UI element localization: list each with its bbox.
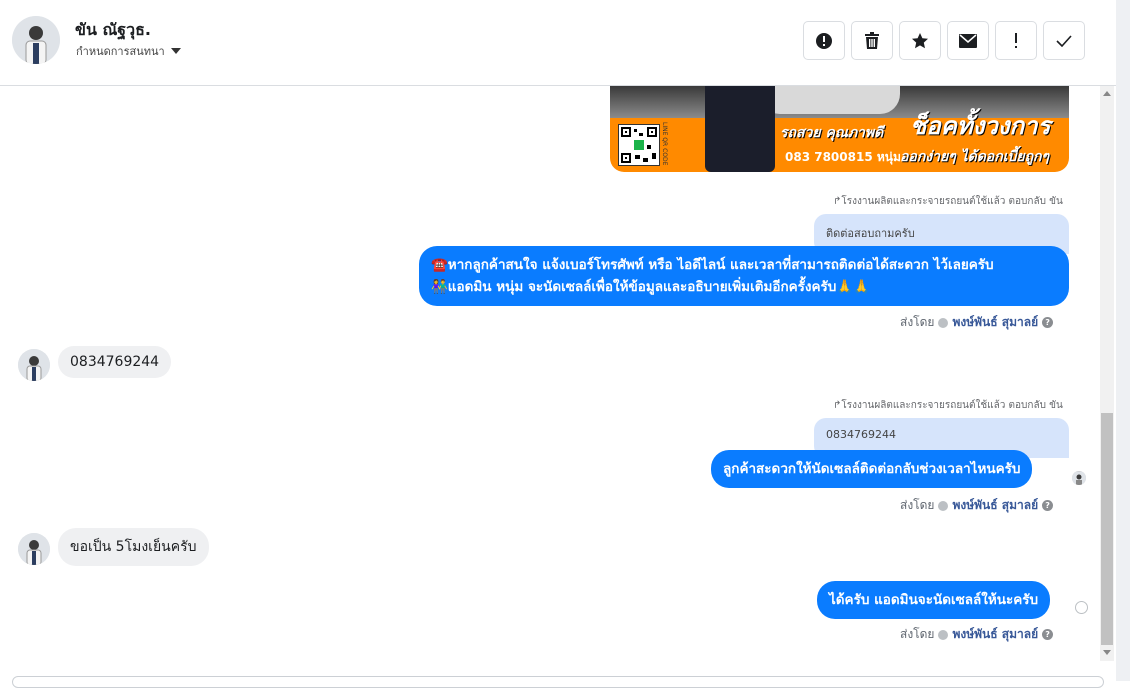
sent-by-label: ส่งโดย (900, 498, 935, 512)
sent-by-info: ส่งโดย พงษ์พันธ์ สุมาลย์ ? (900, 496, 1054, 515)
message-toolbar (803, 21, 1085, 60)
ad-person-photo (705, 86, 775, 172)
ad-slogan: ออกง่ายๆ ได้ดอกเบี้ยถูกๆ (900, 149, 1050, 165)
ad-qr-label: LINE QR CODE (661, 122, 668, 166)
conversation-settings-label: กำหนดการสนทนา (76, 45, 165, 58)
contact-name[interactable]: ขัน ณัฐวุธ. (75, 18, 151, 43)
outgoing-message[interactable]: ☎️หากลูกค้าสนใจ แจ้งเบอร์โทรศัพท์ หรือ ไ… (419, 246, 1069, 306)
help-icon[interactable]: ? (1042, 317, 1054, 328)
star-icon (912, 32, 928, 48)
reply-meta: ↱โรงงานผลิตและกระจายรถยนต์ใช้แล้ว ตอบกลั… (833, 400, 1063, 411)
incoming-message[interactable]: 0834769244 (58, 346, 172, 378)
incoming-message[interactable]: ขอเป็น 5โมงเย็นครับ (58, 528, 209, 566)
contact-avatar[interactable] (12, 16, 60, 64)
sent-by-info: ส่งโดย พงษ์พันธ์ สุมาลย์ ? (900, 625, 1054, 644)
caret-down-icon (170, 48, 181, 54)
mark-unread-button[interactable] (947, 21, 989, 60)
help-icon[interactable]: ? (1042, 629, 1054, 640)
sender-name-link[interactable]: พงษ์พันธ์ สุมาลย์ (952, 625, 1038, 644)
scroll-down-icon[interactable] (1103, 650, 1111, 655)
ad-tagline: รถสวย คุณภาพดี (780, 125, 884, 141)
sent-by-label: ส่งโดย (900, 315, 935, 329)
qr-code-icon (618, 124, 660, 166)
message-line: 👫แอดมิน หนุ่ม จะนัดเซลล์เพื่อให้ข้อมูลแล… (431, 279, 870, 295)
ad-brand: ช็อคทั้งวงการ (910, 111, 1051, 140)
contact-avatar-small[interactable] (18, 533, 50, 565)
shared-ad-image[interactable]: LINE QR CODE รถสวย คุณภาพดี ช็อคทั้งวงกา… (610, 86, 1069, 172)
message-line: ☎️หากลูกค้าสนใจ แจ้งเบอร์โทรศัพท์ หรือ ไ… (431, 257, 994, 273)
sent-by-label: ส่งโดย (900, 627, 935, 641)
spam-icon (816, 32, 832, 49)
outgoing-message[interactable]: ลูกค้าสะดวกให้นัดเซลล์ติดต่อกลับช่วงเวลา… (711, 450, 1033, 488)
exclamation-icon (1015, 32, 1017, 48)
scroll-up-icon[interactable] (1103, 91, 1111, 96)
quoted-message-text: 0834769244 (826, 428, 896, 441)
conversation-settings-dropdown[interactable]: กำหนดการสนทนา (76, 42, 181, 60)
page-badge-icon (938, 317, 949, 328)
mark-done-button[interactable] (1043, 21, 1085, 60)
page-badge-icon (938, 629, 949, 640)
mark-spam-button[interactable] (803, 21, 845, 60)
ad-car-photo (760, 86, 900, 114)
window-edge (1116, 0, 1130, 681)
delete-button[interactable] (851, 21, 893, 60)
trash-icon (865, 31, 879, 49)
help-icon[interactable]: ? (1042, 500, 1054, 511)
ad-phone: 083 7800815 หนุ่ม (785, 150, 901, 164)
sent-by-info: ส่งโดย พงษ์พันธ์ สุมาลย์ ? (900, 313, 1054, 332)
scrollbar-thumb[interactable] (1101, 413, 1113, 645)
quoted-message-text: ติดต่อสอบถามครับ (826, 227, 915, 240)
sender-name-link[interactable]: พงษ์พันธ์ สุมาลย์ (952, 313, 1038, 332)
message-composer[interactable] (12, 676, 1104, 688)
flag-button[interactable] (995, 21, 1037, 60)
sent-status-icon (1075, 601, 1088, 614)
contact-avatar-small[interactable] (18, 349, 50, 381)
conversation-header: ขัน ณัฐวุธ. กำหนดการสนทนา (0, 0, 1116, 86)
reply-meta: ↱โรงงานผลิตและกระจายรถยนต์ใช้แล้ว ตอบกลั… (833, 196, 1063, 207)
page-badge-icon (938, 500, 949, 511)
outgoing-message[interactable]: ได้ครับ แอดมินจะนัดเซลล์ให้นะครับ (817, 581, 1051, 619)
sender-name-link[interactable]: พงษ์พันธ์ สุมาลย์ (952, 496, 1038, 515)
seen-avatar (1072, 471, 1086, 485)
envelope-icon (959, 33, 977, 48)
check-icon (1056, 34, 1072, 47)
star-button[interactable] (899, 21, 941, 60)
